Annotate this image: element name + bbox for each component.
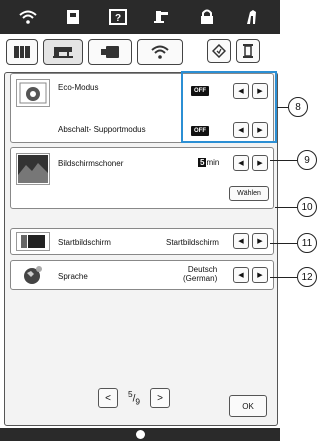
start-screen-thumbnail-icon: [16, 232, 50, 251]
prev-page-button[interactable]: <: [98, 388, 118, 408]
start-screen-card: Startbildschirm Startbildschirm ◀ ▶: [10, 228, 274, 255]
needle-icon[interactable]: [237, 5, 267, 29]
page-icon[interactable]: [58, 5, 88, 29]
machine-settings-tab[interactable]: [43, 39, 83, 65]
start-screen-value: Startbildschirm: [166, 238, 219, 247]
shutoff-support-label: Abschalt- Supportmodus: [58, 125, 146, 134]
callout-line-11: [270, 243, 297, 245]
help-icon[interactable]: ?: [103, 5, 133, 29]
eco-mode-label: Eco-Modus: [58, 83, 99, 92]
embroidery-settings-tab[interactable]: [88, 39, 132, 65]
bottom-bar: [0, 428, 280, 441]
page-current: 5: [128, 389, 133, 400]
svg-text:?: ?: [115, 13, 121, 24]
save-settings-button[interactable]: [207, 39, 231, 63]
start-screen-left-arrow[interactable]: ◀: [233, 233, 249, 249]
eco-thumbnail-icon: [16, 79, 50, 107]
home-dot-icon[interactable]: [135, 430, 145, 439]
page-indicator: 5/9: [128, 389, 141, 407]
callout-12: 12: [297, 267, 317, 287]
machine-icon: [53, 47, 73, 58]
general-settings-tab[interactable]: [6, 39, 38, 65]
language-right-arrow[interactable]: ▶: [252, 267, 268, 283]
start-screen-label: Startbildschirm: [58, 238, 111, 247]
screensaver-right-arrow[interactable]: ▶: [252, 155, 268, 171]
screensaver-card: Bildschirmschoner 5 min ◀ ▶ Wählen: [10, 147, 274, 209]
screensaver-value: 5 min: [198, 158, 219, 167]
start-screen-arrows: ◀ ▶: [233, 233, 268, 249]
wlan-settings-tab[interactable]: [137, 39, 183, 65]
wlan-icon: [151, 45, 169, 59]
choose-button[interactable]: Wählen: [229, 186, 269, 201]
callout-line-12: [270, 277, 297, 279]
wifi-icon[interactable]: [13, 5, 43, 29]
highlight-box: [181, 71, 277, 143]
foot-icon[interactable]: [147, 5, 177, 29]
screensaver-left-arrow[interactable]: ◀: [233, 155, 249, 171]
ok-button[interactable]: OK: [229, 395, 267, 417]
embroidery-icon: [101, 46, 119, 58]
language-card: Sprache Deutsch (German) ◀ ▶: [10, 260, 274, 290]
start-screen-right-arrow[interactable]: ▶: [252, 233, 268, 249]
top-icon-bar: ?: [0, 0, 280, 34]
callout-8: 8: [288, 97, 308, 117]
callout-line-8: [277, 107, 288, 109]
bobbin-icon-button[interactable]: [236, 39, 260, 63]
language-label: Sprache: [58, 272, 88, 281]
callout-line-9: [270, 160, 297, 162]
callout-line-10: [275, 207, 297, 209]
next-page-button[interactable]: >: [150, 388, 171, 408]
page-total: 9: [135, 396, 141, 407]
save-diamond-icon: [212, 44, 226, 58]
lock-icon[interactable]: [192, 5, 222, 29]
screensaver-arrows: ◀ ▶: [233, 155, 268, 171]
callout-11: 11: [297, 233, 317, 253]
screensaver-label: Bildschirmschoner: [58, 159, 124, 168]
language-arrows: ◀ ▶: [233, 267, 268, 283]
language-value-line2: (German): [183, 274, 218, 283]
general-settings-icon: [14, 46, 30, 58]
language-value-line1: Deutsch: [187, 265, 218, 274]
screensaver-value-unit: min: [206, 158, 220, 167]
callout-9: 9: [297, 150, 317, 170]
category-tab-row: [6, 39, 260, 67]
callout-10: 10: [297, 197, 317, 217]
settings-screen: ? Eco-Modus OFF ◀ ▶ Abschalt- Supportmod…: [0, 0, 324, 441]
language-left-arrow[interactable]: ◀: [233, 267, 249, 283]
pager: < 5/9 >: [98, 388, 171, 408]
language-globe-icon: [16, 264, 50, 286]
bobbin-icon: [243, 44, 253, 58]
language-value: Deutsch (German): [183, 265, 217, 283]
screensaver-thumbnail-icon: [16, 153, 50, 185]
